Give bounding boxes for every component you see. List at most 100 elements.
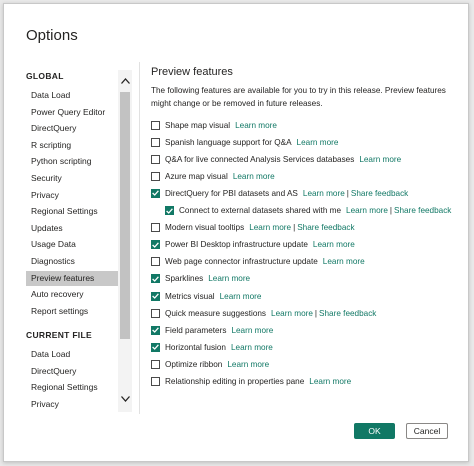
feature-label: Horizontal fusion (165, 342, 226, 352)
section-title: Preview features (151, 66, 233, 78)
feature-checkbox[interactable] (151, 188, 160, 198)
feature-checkbox[interactable] (151, 359, 160, 369)
link-separator: | (346, 188, 349, 198)
feature-row: Azure map visual Learn more (151, 169, 275, 183)
cancel-button[interactable]: Cancel (406, 423, 448, 439)
learn-more-link[interactable]: Learn more (313, 240, 355, 249)
feature-row: Optimize ribbon Learn more (151, 357, 269, 371)
feature-label: Q&A for live connected Analysis Services… (165, 154, 355, 164)
learn-more-link[interactable]: Learn more (359, 155, 401, 164)
learn-more-link[interactable]: Learn more (227, 360, 269, 369)
nav-item-global-diagnostics[interactable]: Diagnostics (26, 254, 119, 269)
feature-label: Spanish language support for Q&A (165, 137, 292, 147)
nav-item-current-privacy[interactable]: Privacy (26, 397, 119, 412)
feature-checkbox[interactable] (151, 257, 160, 267)
learn-more-link[interactable]: Learn more (220, 292, 262, 301)
feature-row: Shape map visual Learn more (151, 118, 277, 132)
feature-checkbox[interactable] (165, 206, 174, 215)
learn-more-link[interactable]: Learn more (231, 343, 273, 352)
nav-group-label: CURRENT FILE (26, 330, 92, 340)
feature-checkbox[interactable] (151, 154, 160, 164)
learn-more-link[interactable]: Learn more (208, 274, 250, 283)
nav-item-global-usage-data[interactable]: Usage Data (26, 237, 119, 252)
feature-label: Sparklines (165, 274, 204, 284)
learn-more-link[interactable]: Learn more (249, 223, 291, 232)
scroll-down-icon[interactable] (118, 392, 132, 406)
feature-row: Relationship editing in properties pane L… (151, 375, 351, 389)
learn-more-link[interactable]: Learn more (271, 309, 313, 318)
learn-more-link[interactable]: Learn more (303, 189, 345, 198)
feature-checkbox[interactable] (151, 137, 160, 147)
feature-checkbox[interactable] (151, 377, 160, 386)
link-separator: | (389, 206, 393, 215)
feature-row: Metrics visual Learn more (151, 289, 261, 303)
nav-item-global-report-settings[interactable]: Report settings (26, 304, 119, 319)
feature-row: Horizontal fusion Learn more (151, 340, 273, 354)
feature-label: Field parameters (165, 325, 227, 335)
feature-checkbox[interactable] (151, 342, 160, 352)
feature-row: Field parameters Learn more (151, 323, 273, 337)
nav-item-current-data-load[interactable]: Data Load (26, 347, 119, 362)
nav-item-global-security[interactable]: Security (26, 171, 119, 186)
feature-checkbox[interactable] (151, 171, 160, 181)
feature-row: Spanish language support for Q&A Learn mo… (151, 135, 338, 149)
nav-item-current-directquery[interactable]: DirectQuery (26, 364, 119, 379)
feature-row: Q&A for live connected Analysis Services… (151, 152, 401, 166)
feature-label: DirectQuery for PBI datasets and AS (165, 188, 298, 198)
share-feedback-link[interactable]: Share feedback (297, 223, 354, 232)
nav-scrollbar[interactable] (118, 70, 132, 412)
feature-checkbox[interactable] (151, 223, 160, 233)
share-feedback-link[interactable]: Share feedback (319, 309, 376, 318)
scroll-thumb[interactable] (120, 92, 130, 339)
feature-label: Modern visual tooltips (165, 223, 245, 233)
feature-row: DirectQuery for PBI datasets and AS Learn… (151, 186, 408, 200)
scroll-up-icon[interactable] (118, 74, 132, 88)
nav-item-global-directquery[interactable]: DirectQuery (26, 121, 119, 136)
feature-label: Azure map visual (165, 171, 228, 181)
learn-more-link[interactable]: Learn more (309, 377, 351, 386)
link-separator: | (314, 308, 318, 318)
feature-checkbox[interactable] (151, 274, 160, 284)
nav-item-global-power-query-editor[interactable]: Power Query Editor (26, 105, 119, 120)
nav-group-label: GLOBAL (26, 71, 64, 81)
feature-label: Optimize ribbon (165, 359, 223, 369)
feature-label: Web page connector infrastructure update (165, 257, 318, 267)
feature-row: Web page connector infrastructure update… (151, 255, 365, 269)
ok-button[interactable]: OK (354, 423, 395, 439)
nav-item-global-python-scripting[interactable]: Python scripting (26, 154, 119, 169)
feature-label: Connect to external datasets shared with… (179, 206, 342, 215)
feature-row: Power BI Desktop infrastructure update Le… (151, 238, 355, 252)
share-feedback-link[interactable]: Share feedback (351, 189, 408, 198)
feature-checkbox[interactable] (151, 291, 160, 301)
nav-item-global-data-load[interactable]: Data Load (26, 88, 119, 103)
nav-item-global-regional-settings[interactable]: Regional Settings (26, 204, 119, 219)
learn-more-link[interactable]: Learn more (233, 172, 275, 181)
learn-more-link[interactable]: Learn more (231, 326, 273, 335)
learn-more-link[interactable]: Learn more (323, 257, 365, 266)
feature-row: Quick measure suggestions Learn more | Shar… (151, 306, 376, 320)
section-description: The following features are available for… (151, 86, 446, 108)
learn-more-link[interactable]: Learn more (346, 206, 388, 215)
feature-row: Modern visual tooltips Learn more | Share f… (151, 221, 355, 235)
share-feedback-link[interactable]: Share feedback (394, 206, 451, 215)
feature-checkbox[interactable] (151, 325, 160, 335)
feature-label: Metrics visual (165, 291, 215, 301)
link-separator: | (293, 223, 296, 233)
feature-checkbox[interactable] (151, 120, 160, 130)
feature-label: Power BI Desktop infrastructure update (165, 240, 308, 250)
nav-item-global-preview-features[interactable]: Preview features (26, 270, 119, 286)
feature-checkbox[interactable] (151, 308, 160, 318)
feature-label: Relationship editing in properties pane (165, 377, 305, 386)
options-nav: GLOBAL Data Load Power Query Editor DirectQ… (4, 62, 134, 414)
nav-item-global-updates[interactable]: Updates (26, 221, 119, 236)
learn-more-link[interactable]: Learn more (297, 138, 339, 147)
nav-item-current-regional-settings[interactable]: Regional Settings (26, 380, 119, 395)
feature-checkbox[interactable] (151, 240, 160, 250)
dialog-title: Options (26, 27, 78, 44)
pane-divider (139, 62, 140, 414)
nav-item-global-r-scripting[interactable]: R scripting (26, 138, 119, 153)
learn-more-link[interactable]: Learn more (235, 121, 277, 130)
nav-item-global-privacy[interactable]: Privacy (26, 188, 119, 203)
feature-row: Connect to external datasets shared with… (165, 204, 451, 218)
nav-item-global-auto-recovery[interactable]: Auto recovery (26, 287, 119, 302)
